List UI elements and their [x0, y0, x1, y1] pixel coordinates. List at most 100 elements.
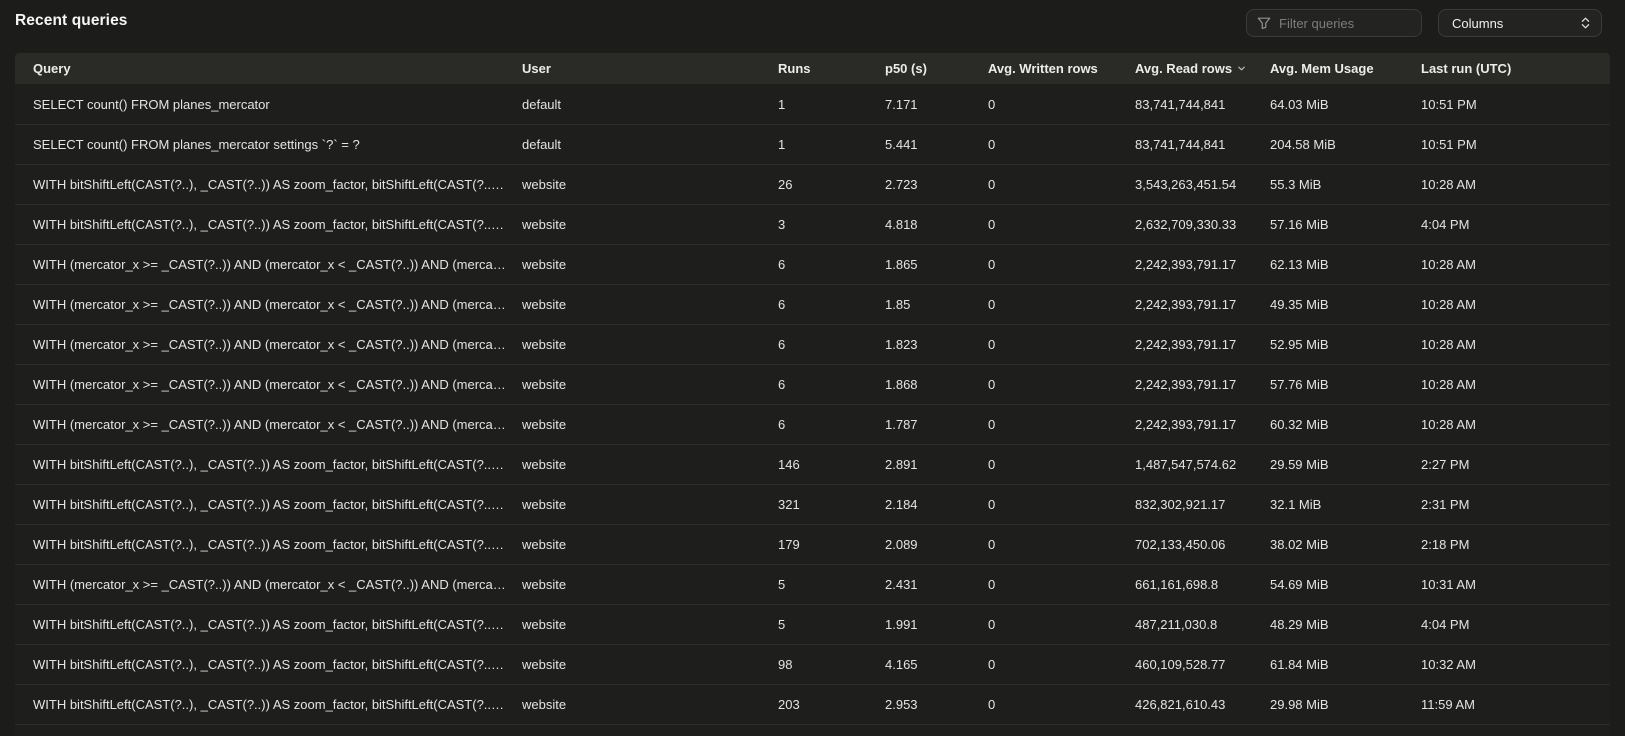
cell-user: website	[522, 697, 778, 712]
cell-p50: 2.953	[885, 697, 988, 712]
cell-avg_written_rows: 0	[988, 337, 1135, 352]
cell-p50: 1.865	[885, 257, 988, 272]
cell-query: WITH (mercator_x >= _CAST(?..)) AND (mer…	[33, 297, 522, 312]
cell-p50: 5.441	[885, 137, 988, 152]
table-row[interactable]: WITH bitShiftLeft(CAST(?..), _CAST(?..))…	[15, 164, 1610, 204]
cell-avg_mem_usage: 32.1 MiB	[1270, 497, 1421, 512]
table-row[interactable]: WITH bitShiftLeft(CAST(?..), _CAST(?..))…	[15, 684, 1610, 724]
cell-p50: 2.089	[885, 537, 988, 552]
cell-query: SELECT count() FROM planes_mercator	[33, 97, 522, 112]
cell-avg_read_rows: 2,242,393,791.17	[1135, 257, 1270, 272]
cell-avg_mem_usage: 29.59 MiB	[1270, 457, 1421, 472]
cell-query: WITH (mercator_x >= _CAST(?..)) AND (mer…	[33, 257, 522, 272]
cell-query: WITH bitShiftLeft(CAST(?..), _CAST(?..))…	[33, 657, 522, 672]
cell-avg_written_rows: 0	[988, 417, 1135, 432]
columns-select[interactable]: Columns	[1438, 9, 1602, 37]
cell-avg_written_rows: 0	[988, 137, 1135, 152]
cell-avg_mem_usage: 204.58 MiB	[1270, 137, 1421, 152]
cell-p50: 1.868	[885, 377, 988, 392]
cell-avg_written_rows: 0	[988, 657, 1135, 672]
cell-last_run_utc: 10:28 AM	[1421, 177, 1610, 192]
cell-avg_written_rows: 0	[988, 457, 1135, 472]
cell-query: WITH bitShiftLeft(CAST(?..), _CAST(?..))…	[33, 537, 522, 552]
column-header-runs[interactable]: Runs	[778, 61, 885, 76]
table-row[interactable]: WITH bitShiftLeft(CAST(?..), _CAST(?..))…	[15, 484, 1610, 524]
column-header-user[interactable]: User	[522, 61, 778, 76]
cell-query: WITH bitShiftLeft(CAST(?..), _CAST(?..))…	[33, 497, 522, 512]
cell-query: WITH (mercator_x >= _CAST(?..)) AND (mer…	[33, 337, 522, 352]
cell-avg_written_rows: 0	[988, 577, 1135, 592]
cell-p50: 1.991	[885, 617, 988, 632]
cell-runs: 6	[778, 377, 885, 392]
cell-avg_mem_usage: 38.02 MiB	[1270, 537, 1421, 552]
cell-last_run_utc: 2:18 PM	[1421, 537, 1610, 552]
cell-runs: 6	[778, 297, 885, 312]
cell-avg_written_rows: 0	[988, 697, 1135, 712]
cell-last_run_utc: 4:04 PM	[1421, 217, 1610, 232]
recent-queries-table: Query User Runs p50 (s) Avg. Written row…	[15, 53, 1610, 736]
table-row[interactable]: WITH (mercator_x >= _CAST(?..)) AND (mer…	[15, 404, 1610, 444]
table-row[interactable]: WITH (mercator_x >= _CAST(?..)) AND (mer…	[15, 564, 1610, 604]
column-header-avg-read-rows[interactable]: Avg. Read rows	[1135, 61, 1270, 76]
cell-avg_mem_usage: 62.13 MiB	[1270, 257, 1421, 272]
table-row-partial[interactable]	[15, 724, 1610, 736]
table-body: SELECT count() FROM planes_mercatordefau…	[15, 84, 1610, 724]
cell-avg_written_rows: 0	[988, 617, 1135, 632]
cell-query: WITH (mercator_x >= _CAST(?..)) AND (mer…	[33, 377, 522, 392]
cell-runs: 98	[778, 657, 885, 672]
cell-avg_read_rows: 2,242,393,791.17	[1135, 417, 1270, 432]
column-header-avg-written-rows[interactable]: Avg. Written rows	[988, 61, 1135, 76]
cell-p50: 2.723	[885, 177, 988, 192]
cell-avg_written_rows: 0	[988, 177, 1135, 192]
cell-avg_read_rows: 83,741,744,841	[1135, 137, 1270, 152]
cell-avg_read_rows: 460,109,528.77	[1135, 657, 1270, 672]
cell-p50: 7.171	[885, 97, 988, 112]
column-header-last-run[interactable]: Last run (UTC)	[1421, 61, 1610, 76]
cell-runs: 321	[778, 497, 885, 512]
column-header-p50[interactable]: p50 (s)	[885, 61, 988, 76]
table-row[interactable]: WITH bitShiftLeft(CAST(?..), _CAST(?..))…	[15, 444, 1610, 484]
cell-runs: 26	[778, 177, 885, 192]
chevron-down-icon	[1237, 64, 1246, 73]
table-row[interactable]: WITH bitShiftLeft(CAST(?..), _CAST(?..))…	[15, 524, 1610, 564]
table-row[interactable]: WITH (mercator_x >= _CAST(?..)) AND (mer…	[15, 324, 1610, 364]
table-row[interactable]: SELECT count() FROM planes_mercatordefau…	[15, 84, 1610, 124]
cell-runs: 5	[778, 577, 885, 592]
cell-p50: 2.184	[885, 497, 988, 512]
cell-runs: 3	[778, 217, 885, 232]
cell-user: website	[522, 457, 778, 472]
toolbar: Recent queries Columns	[0, 0, 1625, 46]
table-row[interactable]: WITH (mercator_x >= _CAST(?..)) AND (mer…	[15, 364, 1610, 404]
filter-queries-input[interactable]	[1279, 16, 1411, 31]
cell-runs: 5	[778, 617, 885, 632]
table-row[interactable]: WITH bitShiftLeft(CAST(?..), _CAST(?..))…	[15, 204, 1610, 244]
cell-avg_read_rows: 2,242,393,791.17	[1135, 297, 1270, 312]
table-row[interactable]: WITH (mercator_x >= _CAST(?..)) AND (mer…	[15, 244, 1610, 284]
table-row[interactable]: SELECT count() FROM planes_mercator sett…	[15, 124, 1610, 164]
cell-runs: 6	[778, 337, 885, 352]
table-header-row: Query User Runs p50 (s) Avg. Written row…	[15, 53, 1610, 84]
cell-runs: 203	[778, 697, 885, 712]
cell-avg_mem_usage: 48.29 MiB	[1270, 617, 1421, 632]
column-header-query[interactable]: Query	[33, 61, 522, 76]
cell-runs: 1	[778, 137, 885, 152]
cell-query: WITH (mercator_x >= _CAST(?..)) AND (mer…	[33, 577, 522, 592]
cell-avg_written_rows: 0	[988, 377, 1135, 392]
table-row[interactable]: WITH (mercator_x >= _CAST(?..)) AND (mer…	[15, 284, 1610, 324]
cell-avg_mem_usage: 29.98 MiB	[1270, 697, 1421, 712]
cell-avg_mem_usage: 57.76 MiB	[1270, 377, 1421, 392]
cell-runs: 1	[778, 97, 885, 112]
cell-last_run_utc: 10:51 PM	[1421, 137, 1610, 152]
table-row[interactable]: WITH bitShiftLeft(CAST(?..), _CAST(?..))…	[15, 604, 1610, 644]
cell-user: website	[522, 617, 778, 632]
cell-query: WITH bitShiftLeft(CAST(?..), _CAST(?..))…	[33, 617, 522, 632]
cell-p50: 4.818	[885, 217, 988, 232]
column-header-avg-mem-usage[interactable]: Avg. Mem Usage	[1270, 61, 1421, 76]
cell-user: default	[522, 137, 778, 152]
table-row[interactable]: WITH bitShiftLeft(CAST(?..), _CAST(?..))…	[15, 644, 1610, 684]
cell-last_run_utc: 10:28 AM	[1421, 297, 1610, 312]
cell-p50: 1.787	[885, 417, 988, 432]
cell-p50: 4.165	[885, 657, 988, 672]
filter-queries-box[interactable]	[1246, 9, 1422, 37]
cell-runs: 179	[778, 537, 885, 552]
